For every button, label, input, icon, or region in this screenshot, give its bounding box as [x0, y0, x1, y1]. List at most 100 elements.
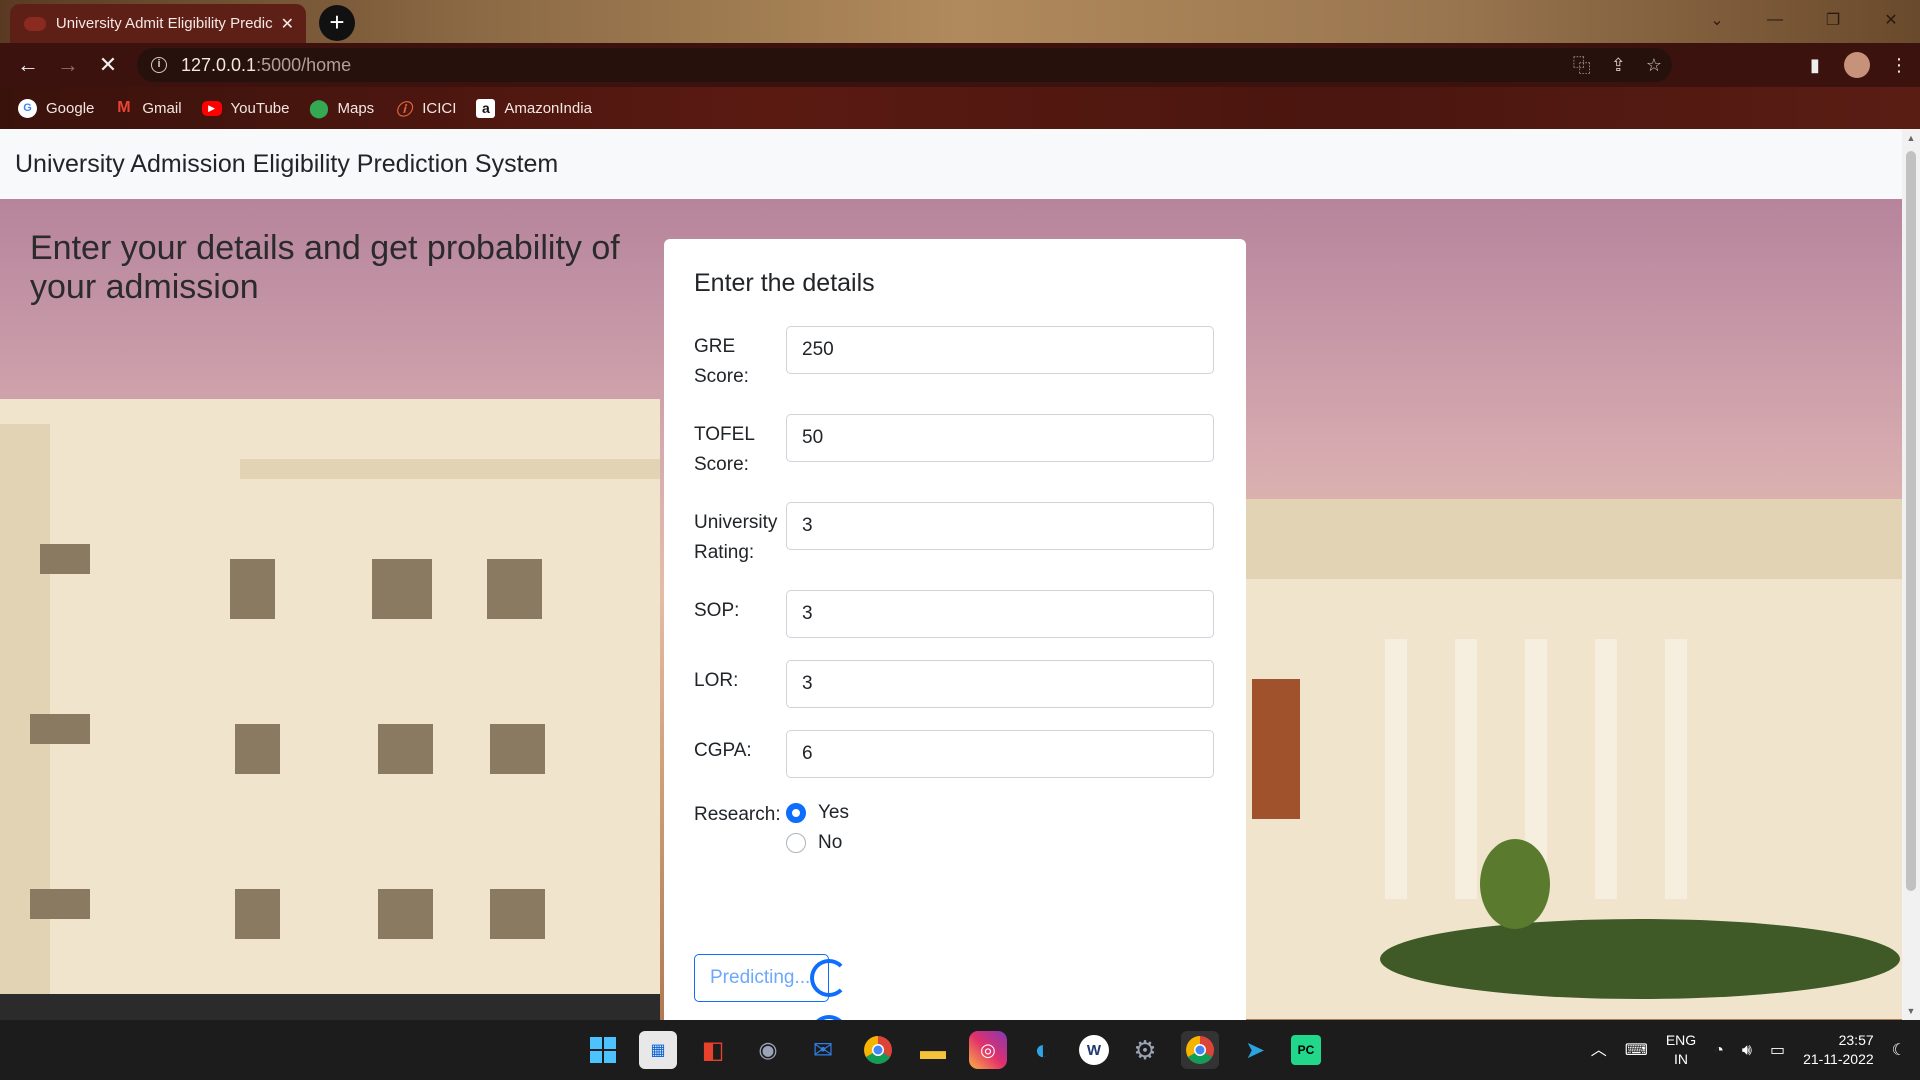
amazon-icon: a	[476, 98, 496, 118]
gre-score-input[interactable]	[786, 326, 1214, 374]
building-window	[30, 889, 90, 919]
research-radio-group: Yes No	[786, 800, 849, 854]
building-pediment	[1300, 619, 1740, 639]
site-info-icon[interactable]: i	[151, 57, 167, 73]
building-window	[30, 714, 90, 744]
edge-icon[interactable]: ◐	[1024, 1031, 1062, 1069]
forward-arrow-icon[interactable]: →	[48, 47, 88, 83]
bookmark-google[interactable]: G Google	[18, 98, 94, 118]
sop-label: SOP:	[694, 600, 740, 621]
share-icon[interactable]: ⇪	[1611, 55, 1626, 76]
research-no-radio[interactable]: No	[786, 832, 849, 854]
instagram-icon[interactable]: ◎	[969, 1031, 1007, 1069]
side-panel-icon[interactable]: ▮	[1794, 43, 1836, 87]
bookmark-label: ICICI	[422, 99, 457, 117]
building-window	[40, 544, 90, 574]
taskbar-clock[interactable]: 23:57 21-11-2022	[1803, 1031, 1874, 1069]
page-scrollbar[interactable]: ▲ ▼	[1902, 129, 1920, 1020]
university-rating-label: University Rating:	[694, 512, 778, 563]
wifi-icon[interactable]: ◔	[1714, 1041, 1724, 1060]
address-bar[interactable]: i 127.0.0.1 :5000/home ⿻ ⇪ ☆	[137, 48, 1672, 82]
form-row-tofel: TOFEL Score:	[694, 414, 1216, 480]
building-window	[378, 724, 433, 774]
tab-close-icon[interactable]: ✕	[281, 14, 294, 34]
stop-loading-icon[interactable]: ✕	[88, 47, 128, 83]
predict-button[interactable]: Predicting...	[694, 954, 829, 1002]
building-window	[235, 889, 280, 939]
tofel-score-input[interactable]	[786, 414, 1214, 462]
form-row-sop: SOP:	[694, 590, 1216, 638]
notification-moon-icon[interactable]: ☾	[1892, 1041, 1906, 1060]
building-column	[1595, 639, 1617, 899]
gre-score-label: GRE Score:	[694, 336, 749, 387]
building-window	[372, 559, 432, 619]
chrome-profile-icon[interactable]	[1181, 1031, 1219, 1069]
region-code: IN	[1674, 1051, 1689, 1067]
form-row-cgpa: CGPA:	[694, 730, 1216, 778]
research-yes-radio[interactable]: Yes	[786, 802, 849, 824]
windows-start-icon[interactable]	[584, 1031, 622, 1069]
maps-pin-icon: ⬤	[308, 97, 330, 118]
camera-icon[interactable]: ◉	[749, 1031, 787, 1069]
tab-favicon-icon	[24, 16, 46, 31]
building-window	[490, 724, 545, 774]
site-navbar: University Admission Eligibility Predict…	[0, 129, 1902, 199]
site-brand[interactable]: University Admission Eligibility Predict…	[15, 150, 558, 179]
details-form-card: Enter the details GRE Score: TOFEL Score…	[664, 239, 1246, 1020]
settings-gear-icon[interactable]: ⚙	[1126, 1031, 1164, 1069]
hero-section: Enter your details and get probability o…	[0, 199, 1902, 1020]
w-app-icon[interactable]: W	[1079, 1035, 1109, 1065]
pycharm-icon[interactable]: PC	[1291, 1035, 1321, 1065]
bookmark-amazon[interactable]: a AmazonIndia	[476, 98, 592, 118]
window-controls: ⌄ — ❐ ✕	[1688, 0, 1920, 40]
form-title: Enter the details	[694, 269, 875, 297]
store-icon[interactable]: ▦	[639, 1031, 677, 1069]
new-tab-button[interactable]: +	[319, 5, 355, 41]
office-icon[interactable]: ◧	[694, 1031, 732, 1069]
scrollbar-thumb[interactable]	[1906, 151, 1916, 891]
form-row-lor: LOR:	[694, 660, 1216, 708]
restore-icon[interactable]: ❐	[1804, 0, 1862, 40]
bookmark-icici[interactable]: ⓘ ICICI	[394, 99, 457, 120]
minimize-icon[interactable]: —	[1746, 0, 1804, 40]
research-label: Research:	[694, 804, 781, 825]
bookmark-gmail[interactable]: M Gmail	[114, 99, 181, 118]
scroll-up-arrow-icon[interactable]: ▲	[1902, 129, 1920, 147]
scroll-down-arrow-icon[interactable]: ▼	[1902, 1002, 1920, 1020]
browser-tab[interactable]: University Admit Eligibility Predic ✕	[10, 4, 306, 43]
page-viewport: University Admission Eligibility Predict…	[0, 129, 1902, 1020]
form-row-gre: GRE Score:	[694, 326, 1216, 392]
bookmark-label: AmazonIndia	[504, 99, 592, 117]
close-window-icon[interactable]: ✕	[1862, 0, 1920, 40]
building-window	[378, 889, 433, 939]
windows-taskbar: ▦ ◧ ◉ ✉ ▬ ◎ ◐ W ⚙ ➤ PC ︿ ⌨ ENG IN ◔ 🔊︎ ▭…	[0, 1020, 1920, 1080]
battery-icon[interactable]: ▭	[1770, 1041, 1785, 1060]
bookmark-label: YouTube	[230, 99, 290, 117]
bookmark-maps[interactable]: ⬤ Maps	[308, 97, 374, 118]
profile-avatar[interactable]	[1836, 43, 1878, 87]
lor-input[interactable]	[786, 660, 1214, 708]
telegram-icon[interactable]: ➤	[1236, 1031, 1274, 1069]
translate-icon[interactable]: ⿻	[1573, 52, 1591, 78]
show-hidden-icons-chevron-icon[interactable]: ︿	[1591, 1041, 1607, 1060]
university-rating-input[interactable]	[786, 502, 1214, 550]
bookmark-youtube[interactable]: ▶ YouTube	[201, 99, 290, 117]
icici-icon: ⓘ	[395, 102, 412, 119]
language-indicator[interactable]: ENG IN	[1666, 1031, 1696, 1069]
tab-search-icon[interactable]: ⌄	[1688, 0, 1746, 40]
building-column	[1385, 639, 1407, 899]
keyboard-icon[interactable]: ⌨	[1625, 1041, 1648, 1060]
menu-kebab-icon[interactable]: ⋮	[1878, 43, 1920, 87]
volume-icon[interactable]: 🔊︎	[1742, 1041, 1752, 1060]
form-row-university-rating: University Rating:	[694, 502, 1216, 568]
cgpa-input[interactable]	[786, 730, 1214, 778]
file-explorer-icon[interactable]: ▬	[914, 1031, 952, 1069]
building-window	[490, 889, 545, 939]
mail-icon[interactable]: ✉	[804, 1031, 842, 1069]
building-roofline	[1246, 499, 1902, 579]
back-arrow-icon[interactable]: ←	[8, 47, 48, 83]
gmail-icon: M	[117, 99, 131, 116]
sop-input[interactable]	[786, 590, 1214, 638]
chrome-icon[interactable]	[859, 1031, 897, 1069]
bookmark-star-icon[interactable]: ☆	[1646, 55, 1662, 76]
